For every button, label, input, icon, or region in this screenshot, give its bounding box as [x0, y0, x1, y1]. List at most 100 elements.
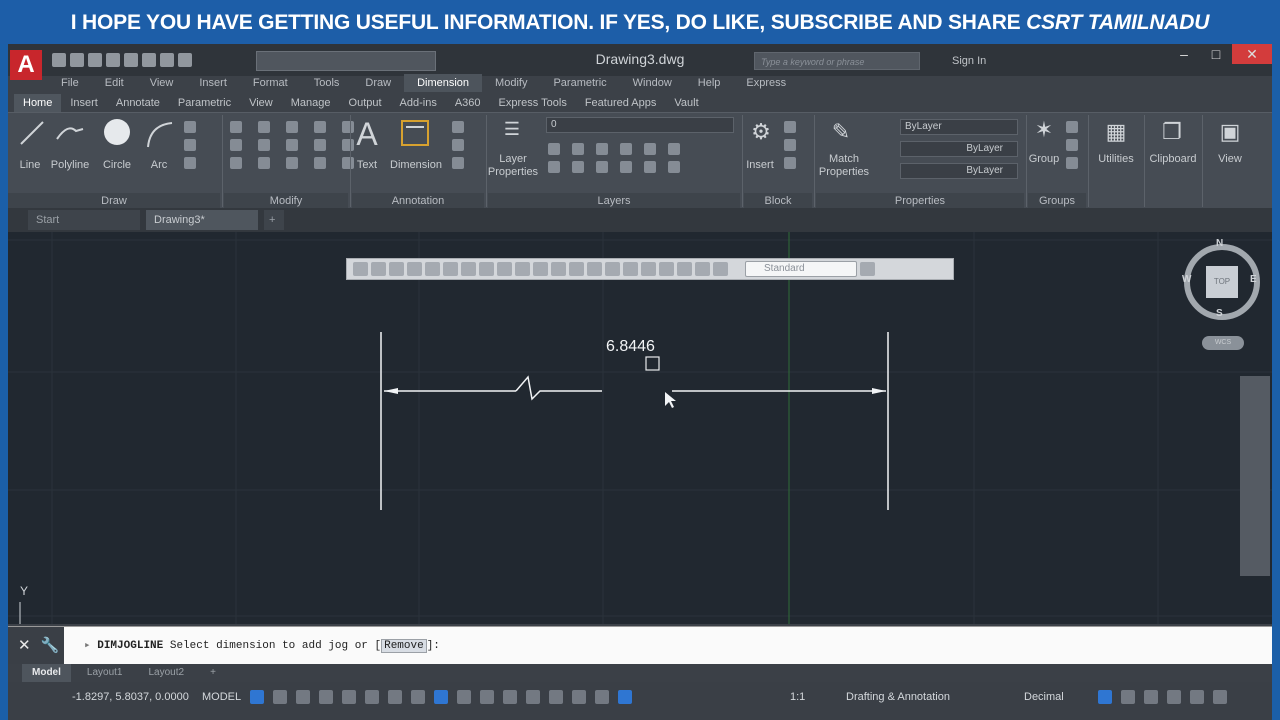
offset-icon[interactable] [314, 139, 326, 151]
menu-dimension[interactable]: Dimension [404, 74, 483, 92]
layer-copy-icon[interactable] [668, 161, 680, 173]
layer-freeze-icon[interactable] [596, 143, 608, 155]
copy-icon[interactable] [230, 139, 242, 151]
dimension-style-manager-icon[interactable] [860, 262, 875, 276]
dimension-space-icon[interactable] [551, 262, 566, 276]
menu-window[interactable]: Window [620, 74, 685, 92]
transparency-icon[interactable] [480, 690, 494, 704]
close-command-icon[interactable]: ✕ [18, 637, 31, 654]
edit-block-icon[interactable] [784, 139, 796, 151]
radius-icon[interactable] [425, 262, 440, 276]
match-properties-button[interactable]: Match Properties [816, 153, 872, 179]
erase-icon[interactable] [314, 121, 326, 133]
layer-off-icon[interactable] [548, 143, 560, 155]
viewcube-top-face[interactable]: TOP [1206, 266, 1238, 298]
inspection-icon[interactable] [623, 262, 638, 276]
maximize-icon[interactable]: □ [1200, 44, 1232, 64]
open-icon[interactable] [70, 53, 84, 67]
menu-express[interactable]: Express [733, 74, 799, 92]
navigation-bar[interactable] [1240, 376, 1270, 576]
minimize-icon[interactable]: – [1168, 44, 1200, 64]
tab-start[interactable]: Start [28, 210, 140, 230]
save-as-icon[interactable] [106, 53, 120, 67]
utilities-button[interactable]: Utilities [1092, 153, 1140, 165]
menu-parametric[interactable]: Parametric [540, 74, 619, 92]
object-snap-icon[interactable] [434, 690, 448, 704]
new-tab-icon[interactable]: + [264, 210, 284, 230]
layer-current-icon[interactable] [644, 161, 656, 173]
drawing-canvas[interactable]: 6.8446 Standard N S E W TOP WCS Y [8, 232, 1272, 624]
tab-featured-apps[interactable]: Featured Apps [576, 94, 666, 112]
quick-dimension-icon[interactable] [497, 262, 512, 276]
dimension-break-icon[interactable] [569, 262, 584, 276]
layer-properties-button[interactable]: Layer Properties [486, 153, 540, 179]
layer-dropdown[interactable]: 0 [546, 117, 734, 133]
3d-osnap-icon[interactable] [526, 690, 540, 704]
clipboard-button[interactable]: Clipboard [1146, 153, 1200, 165]
dimension-button[interactable]: Dimension [388, 159, 444, 171]
properties-panel-header[interactable]: Properties [816, 193, 1024, 209]
customize-icon[interactable]: 🔧 [41, 637, 60, 654]
wcs-menu[interactable]: WCS [1202, 336, 1244, 350]
close-icon[interactable]: ✕ [1232, 44, 1272, 64]
clean-screen-icon[interactable] [1190, 690, 1204, 704]
group-button[interactable]: Group [1026, 153, 1062, 165]
hardware-acceleration-icon[interactable] [1167, 690, 1181, 704]
units-dropdown[interactable]: Decimal [1024, 682, 1064, 712]
table-icon[interactable] [452, 157, 464, 169]
insert-button[interactable]: Insert [742, 159, 778, 171]
sign-in-button[interactable]: Sign In [952, 52, 986, 70]
menu-insert[interactable]: Insert [186, 74, 240, 92]
tab-add-ins[interactable]: Add-ins [391, 94, 446, 112]
ungroup-icon[interactable] [1066, 121, 1078, 133]
stretch-icon[interactable] [230, 157, 242, 169]
jogged-linear-icon[interactable] [641, 262, 656, 276]
plot-icon[interactable] [124, 53, 138, 67]
menu-file[interactable]: File [48, 74, 92, 92]
tab-a360[interactable]: A360 [446, 94, 490, 112]
menu-help[interactable]: Help [685, 74, 734, 92]
linear-dimension-icon[interactable] [353, 262, 368, 276]
menu-draw[interactable]: Draw [352, 74, 404, 92]
isolate-objects-icon[interactable] [1144, 690, 1158, 704]
command-line[interactable]: ✕ 🔧 ▸ DIMJOGLINE Select dimension to add… [8, 626, 1272, 665]
layer-previous-icon[interactable] [668, 143, 680, 155]
selection-filter-icon[interactable] [572, 690, 586, 704]
menu-format[interactable]: Format [240, 74, 301, 92]
group-edit-icon[interactable] [1066, 139, 1078, 151]
tab-drawing3[interactable]: Drawing3* [146, 210, 258, 230]
jogged-icon[interactable] [443, 262, 458, 276]
dimension-text[interactable]: 6.8446 [606, 338, 655, 356]
draw-panel-header[interactable]: Draw [8, 193, 220, 209]
scale-icon[interactable] [258, 157, 270, 169]
view-button[interactable]: View [1208, 153, 1252, 165]
gizmo-icon[interactable] [595, 690, 609, 704]
tab-view[interactable]: View [240, 94, 282, 112]
fillet-icon[interactable] [286, 139, 298, 151]
menu-view[interactable]: View [137, 74, 187, 92]
mirror-icon[interactable] [258, 139, 270, 151]
quick-properties-icon[interactable] [1098, 690, 1112, 704]
tab-layout2[interactable]: Layout2 [138, 664, 194, 682]
baseline-icon[interactable] [515, 262, 530, 276]
dynamic-ucs-icon[interactable] [549, 690, 563, 704]
annotation-visibility-icon[interactable] [618, 690, 632, 704]
diameter-icon[interactable] [461, 262, 476, 276]
groups-panel-header[interactable]: Groups [1028, 193, 1086, 209]
print-icon[interactable] [142, 53, 156, 67]
edit-attributes-icon[interactable] [784, 157, 796, 169]
polyline-button[interactable]: Polyline [48, 159, 92, 171]
tab-express-tools[interactable]: Express Tools [490, 94, 576, 112]
workspace-dropdown[interactable] [256, 51, 436, 71]
block-panel-header[interactable]: Block [744, 193, 812, 209]
layer-unlock-icon[interactable] [620, 161, 632, 173]
infer-icon[interactable] [296, 690, 310, 704]
ordinate-icon[interactable] [407, 262, 422, 276]
hatch-icon[interactable] [184, 157, 196, 169]
snap-icon[interactable] [273, 690, 287, 704]
layer-walk-icon[interactable] [548, 161, 560, 173]
dimension-style-icon[interactable] [713, 262, 728, 276]
dimension-update-icon[interactable] [695, 262, 710, 276]
application-menu-button[interactable]: A [10, 50, 42, 80]
tab-layout1[interactable]: Layout1 [77, 664, 133, 682]
